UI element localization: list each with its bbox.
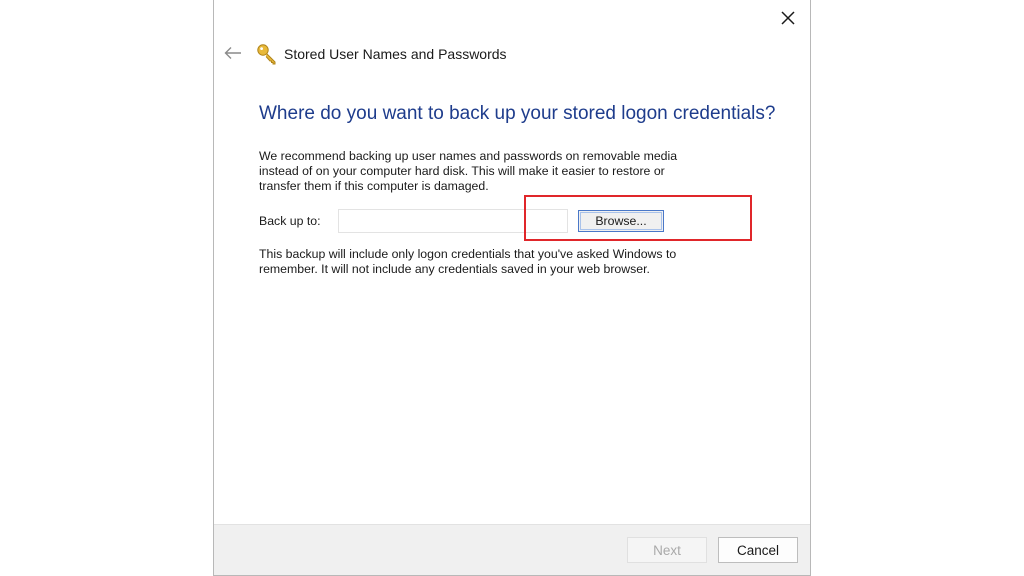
next-button[interactable]: Next: [627, 537, 707, 563]
cancel-button[interactable]: Cancel: [718, 537, 798, 563]
key-icon: [257, 44, 276, 65]
backup-label: Back up to:: [259, 214, 321, 228]
intro-line: instead of on your computer hard disk. T…: [259, 164, 665, 178]
dialog-footer: Next Cancel: [214, 524, 810, 575]
backup-dialog: Stored User Names and Passwords Where do…: [213, 0, 811, 576]
intro-line: We recommend backing up user names and p…: [259, 149, 678, 163]
note-line: remember. It will not include any creden…: [259, 262, 650, 276]
browse-button[interactable]: Browse...: [578, 210, 664, 232]
back-arrow-icon: [224, 47, 241, 59]
close-button[interactable]: [776, 6, 800, 30]
intro-text: We recommend backing up user names and p…: [259, 149, 719, 194]
page-heading: Where do you want to back up your stored…: [259, 103, 776, 124]
back-button[interactable]: [222, 42, 244, 64]
backup-path-input[interactable]: [338, 209, 568, 233]
title-bar: Stored User Names and Passwords: [256, 42, 507, 66]
intro-line: transfer them if this computer is damage…: [259, 179, 489, 193]
note-line: This backup will include only logon cred…: [259, 247, 677, 261]
close-icon: [781, 11, 795, 25]
note-text: This backup will include only logon cred…: [259, 247, 719, 277]
window-title: Stored User Names and Passwords: [284, 46, 507, 62]
